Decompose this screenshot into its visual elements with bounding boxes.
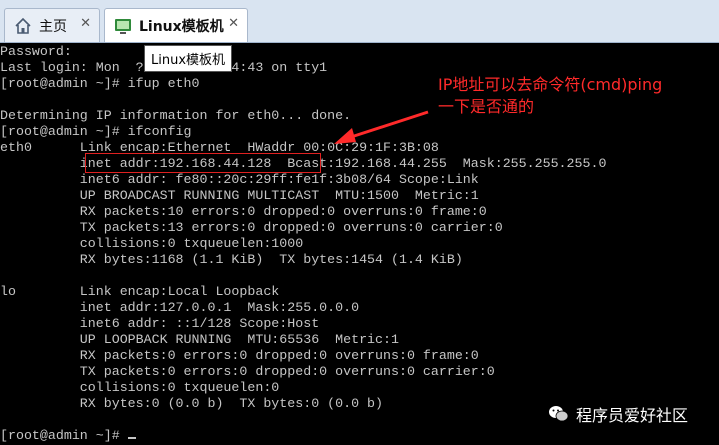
- terminal-line: RX bytes:0 (0.0 b) TX bytes:0 (0.0 b): [0, 396, 384, 411]
- terminal-prompt-line: [root@admin ~]#: [0, 428, 136, 444]
- ip-highlight-box: [85, 153, 321, 173]
- tab-vm-label: Linux模板机: [139, 18, 224, 35]
- terminal-line: Password:: [0, 44, 72, 59]
- close-icon[interactable]: ✕: [80, 16, 91, 31]
- terminal-cursor: [127, 437, 136, 439]
- tab-bar: 主页 ✕ Linux模板机 ✕: [0, 0, 719, 43]
- close-icon[interactable]: ✕: [228, 16, 239, 31]
- terminal-line: Determining IP information for eth0... d…: [0, 108, 352, 123]
- terminal-line: inet addr:127.0.0.1 Mask:255.0.0.0: [0, 300, 360, 315]
- annotation-line-2: 一下是否通的: [438, 97, 535, 116]
- tab-vm[interactable]: Linux模板机 ✕: [104, 8, 248, 42]
- terminal-line: UP LOOPBACK RUNNING MTU:65536 Metric:1: [0, 332, 399, 347]
- terminal-line: collisions:0 txqueuelen:0: [0, 380, 280, 395]
- tab-home-label: 主页: [39, 18, 67, 35]
- terminal-line: TX packets:0 errors:0 dropped:0 overruns…: [0, 364, 495, 379]
- terminal-line: RX packets:10 errors:0 dropped:0 overrun…: [0, 204, 487, 219]
- terminal-line: RX bytes:1168 (1.1 KiB) TX bytes:1454 (1…: [0, 252, 463, 267]
- watermark-text: 程序员爱好社区: [576, 406, 689, 425]
- terminal-line: inet6 addr: ::1/128 Scope:Host: [0, 316, 320, 331]
- terminal-line: inet6 addr: fe80::20c:29ff:fe1f:3b08/64 …: [0, 172, 479, 187]
- vm-icon: [113, 16, 133, 36]
- terminal-line: UP BROADCAST RUNNING MULTICAST MTU:1500 …: [0, 188, 479, 203]
- home-icon: [13, 16, 33, 36]
- arrow-annotation-icon: [334, 110, 429, 144]
- annotation-line-1: IP地址可以去命令符(cmd)ping: [438, 75, 663, 94]
- wechat-icon: [548, 404, 570, 424]
- tab-tooltip: Linux模板机: [144, 45, 233, 72]
- terminal-line: [root@admin ~]# ifconfig: [0, 124, 192, 139]
- tab-home[interactable]: 主页 ✕: [4, 8, 100, 42]
- terminal-line: lo Link encap:Local Loopback: [0, 284, 280, 299]
- terminal-line: RX packets:0 errors:0 dropped:0 overruns…: [0, 348, 479, 363]
- terminal-line: TX packets:13 errors:0 dropped:0 overrun…: [0, 220, 503, 235]
- terminal-line: collisions:0 txqueuelen:1000: [0, 236, 304, 251]
- terminal-prompt: [root@admin ~]#: [0, 428, 128, 443]
- watermark: 程序员爱好社区: [548, 402, 688, 426]
- terminal-line: [root@admin ~]# ifup eth0: [0, 76, 200, 91]
- annotation-note: IP地址可以去命令符(cmd)ping 一下是否通的: [438, 74, 662, 118]
